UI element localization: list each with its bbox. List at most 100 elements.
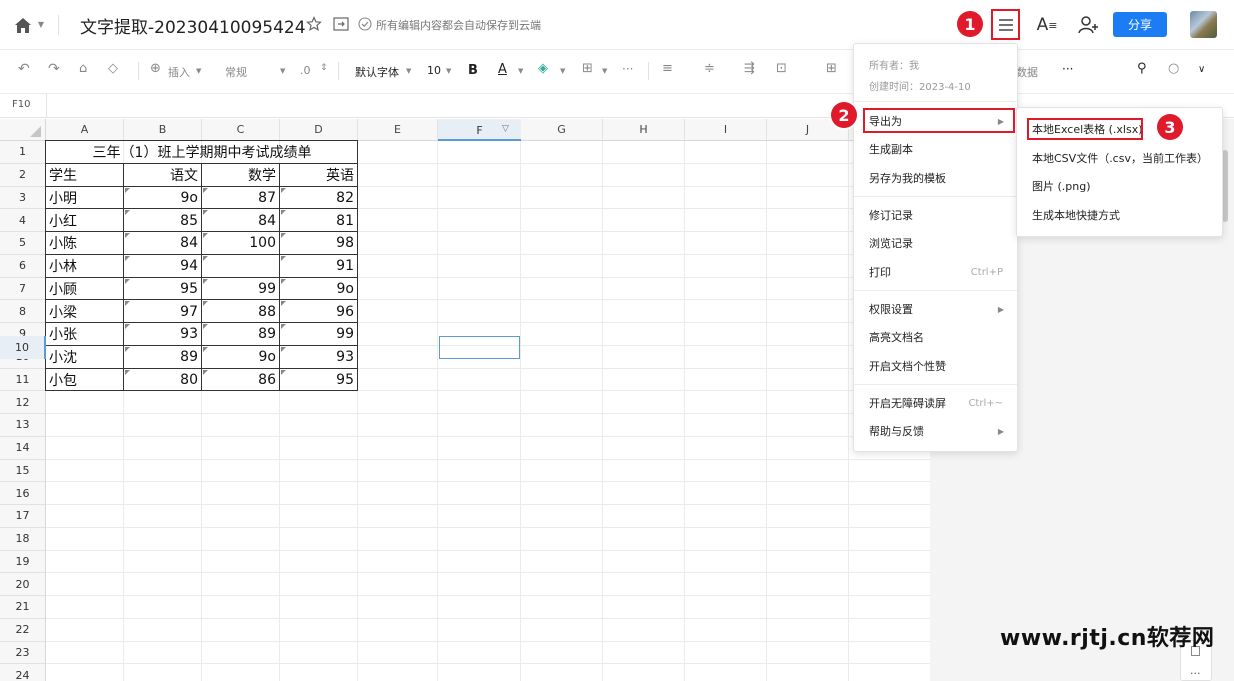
decimal-button[interactable]: .0 [300,64,311,77]
document-title[interactable]: 文字提取-20230410095424 [80,13,306,38]
merge-cells-icon[interactable]: ⊡ [776,61,787,76]
number-format-select[interactable]: 常规 [225,64,247,80]
table-cell[interactable]: 小包 [46,369,124,392]
table-header-cell[interactable]: 学生 [46,164,124,187]
font-family-select[interactable]: 默认字体 [355,64,399,80]
row-header[interactable]: 22 [0,618,46,642]
menu-item-like[interactable]: 开启文档个性赞 [854,352,1017,380]
table-cell[interactable]: 91 [280,255,358,278]
menu-item-save-template[interactable]: 另存为我的模板 [854,164,1017,192]
table-cell[interactable]: 9o [124,187,202,210]
wrap-icon[interactable]: ⇶ [744,61,755,76]
table-cell[interactable]: 9o [202,346,280,369]
table-cell[interactable]: 82 [280,187,358,210]
row-header[interactable]: 21 [0,596,46,619]
table-cell[interactable]: 84 [124,232,202,255]
row-header[interactable]: 5 [0,232,46,255]
spreadsheet-grid[interactable]: ABCDEFGHIJ 12345678910111213141516171819… [0,119,930,681]
more-icon[interactable]: ··· [1062,62,1073,76]
chevron-down-icon[interactable]: ∨ [1198,64,1205,75]
table-cell[interactable]: 小红 [46,209,124,232]
move-to-folder-icon[interactable] [332,15,350,33]
table-title[interactable]: 三年（1）班上学期期中考试成绩单 [46,141,358,164]
row-header[interactable]: 2 [0,163,46,187]
row-header[interactable]: 6 [0,254,46,278]
row-header[interactable]: 13 [0,414,46,437]
stepper-icon[interactable]: ⇕ [320,63,328,73]
row-header[interactable]: 18 [0,527,46,551]
menu-item-permission[interactable]: 权限设置 ▶ [854,295,1017,323]
table-cell[interactable]: 小林 [46,255,124,278]
search-icon[interactable]: ○ [1168,61,1179,76]
filter-icon[interactable]: ▽ [502,124,514,135]
clear-format-icon[interactable]: ◇ [108,61,118,76]
row-header[interactable]: 8 [0,300,46,323]
star-icon[interactable] [305,15,323,33]
chevron-down-icon[interactable]: ▼ [36,18,46,30]
menu-item-help[interactable]: 帮助与反馈 ▶ [854,417,1017,445]
home-icon[interactable] [12,14,34,36]
menu-item-print[interactable]: 打印 Ctrl+P [854,258,1017,286]
submenu-item-csv[interactable]: 本地CSV文件（.csv，当前工作表） [1017,144,1222,172]
column-header[interactable]: D [280,119,358,141]
table-header-cell[interactable]: 英语 [280,164,358,187]
table-cell[interactable]: 89 [202,323,280,346]
menu-item-browse-history[interactable]: 浏览记录 [854,229,1017,257]
row-header[interactable]: 19 [0,550,46,574]
fill-color-icon[interactable]: ◈ [538,61,548,76]
table-cell[interactable]: 99 [202,278,280,301]
menu-item-accessible[interactable]: 开启无障碍读屏 Ctrl+~ [854,389,1017,417]
table-cell[interactable]: 小张 [46,323,124,346]
row-header[interactable]: 17 [0,505,46,528]
align-icon[interactable]: ≡ [662,61,673,76]
table-cell[interactable]: 80 [124,369,202,392]
row-header[interactable]: 14 [0,436,46,460]
row-header[interactable]: 15 [0,459,46,483]
table-header-cell[interactable]: 数学 [202,164,280,187]
row-header[interactable]: 20 [0,573,46,596]
menu-item-highlight[interactable]: 高亮文档名 [854,323,1017,351]
cell-reference[interactable]: F10 [12,99,30,110]
selected-cell[interactable] [439,336,520,359]
table-cell[interactable]: 小明 [46,187,124,210]
font-size-select[interactable]: 10 [427,64,441,77]
table-cell[interactable]: 小陈 [46,232,124,255]
table-cell[interactable]: 99 [280,323,358,346]
table-cell[interactable]: 100 [202,232,280,255]
column-header[interactable]: E [358,119,438,141]
menu-item-revisions[interactable]: 修订记录 [854,201,1017,229]
table-cell[interactable]: 88 [202,300,280,323]
row-header[interactable]: 3 [0,186,46,210]
submenu-item-shortcut[interactable]: 生成本地快捷方式 [1017,201,1222,229]
table-cell[interactable]: 95 [280,369,358,392]
more-icon[interactable]: ··· [622,62,633,76]
table-cell[interactable]: 93 [124,323,202,346]
row-header[interactable]: 23 [0,641,46,665]
table-cell[interactable] [202,255,280,278]
paint-icon[interactable]: ⚲ [1137,61,1147,76]
table-cell[interactable]: 86 [202,369,280,392]
table-cell[interactable]: 94 [124,255,202,278]
column-header[interactable]: C [202,119,280,141]
menu-item-copy[interactable]: 生成副本 [854,135,1017,163]
row-header[interactable]: 11 [0,368,46,392]
column-header[interactable]: B [124,119,202,141]
table-cell[interactable]: 81 [280,209,358,232]
table-cell[interactable]: 85 [124,209,202,232]
table-cell[interactable]: 95 [124,278,202,301]
share-button[interactable]: 分享 [1113,12,1167,37]
table-cell[interactable]: 93 [280,346,358,369]
table-cell[interactable]: 97 [124,300,202,323]
avatar[interactable] [1190,11,1217,38]
table-cell[interactable]: 96 [280,300,358,323]
data-menu[interactable]: 数据 [1016,64,1038,80]
select-all-corner[interactable] [0,119,46,141]
format-painter-icon[interactable]: ⌂ [79,61,87,76]
row-header[interactable]: 1 [0,141,46,164]
insert-icon[interactable]: ⊕ [150,61,161,76]
table-cell[interactable]: 98 [280,232,358,255]
row-header[interactable]: 16 [0,482,46,505]
table-icon[interactable]: ⊞ [826,61,837,76]
table-cell[interactable]: 小沈 [46,346,124,369]
column-header[interactable]: H [603,119,685,141]
